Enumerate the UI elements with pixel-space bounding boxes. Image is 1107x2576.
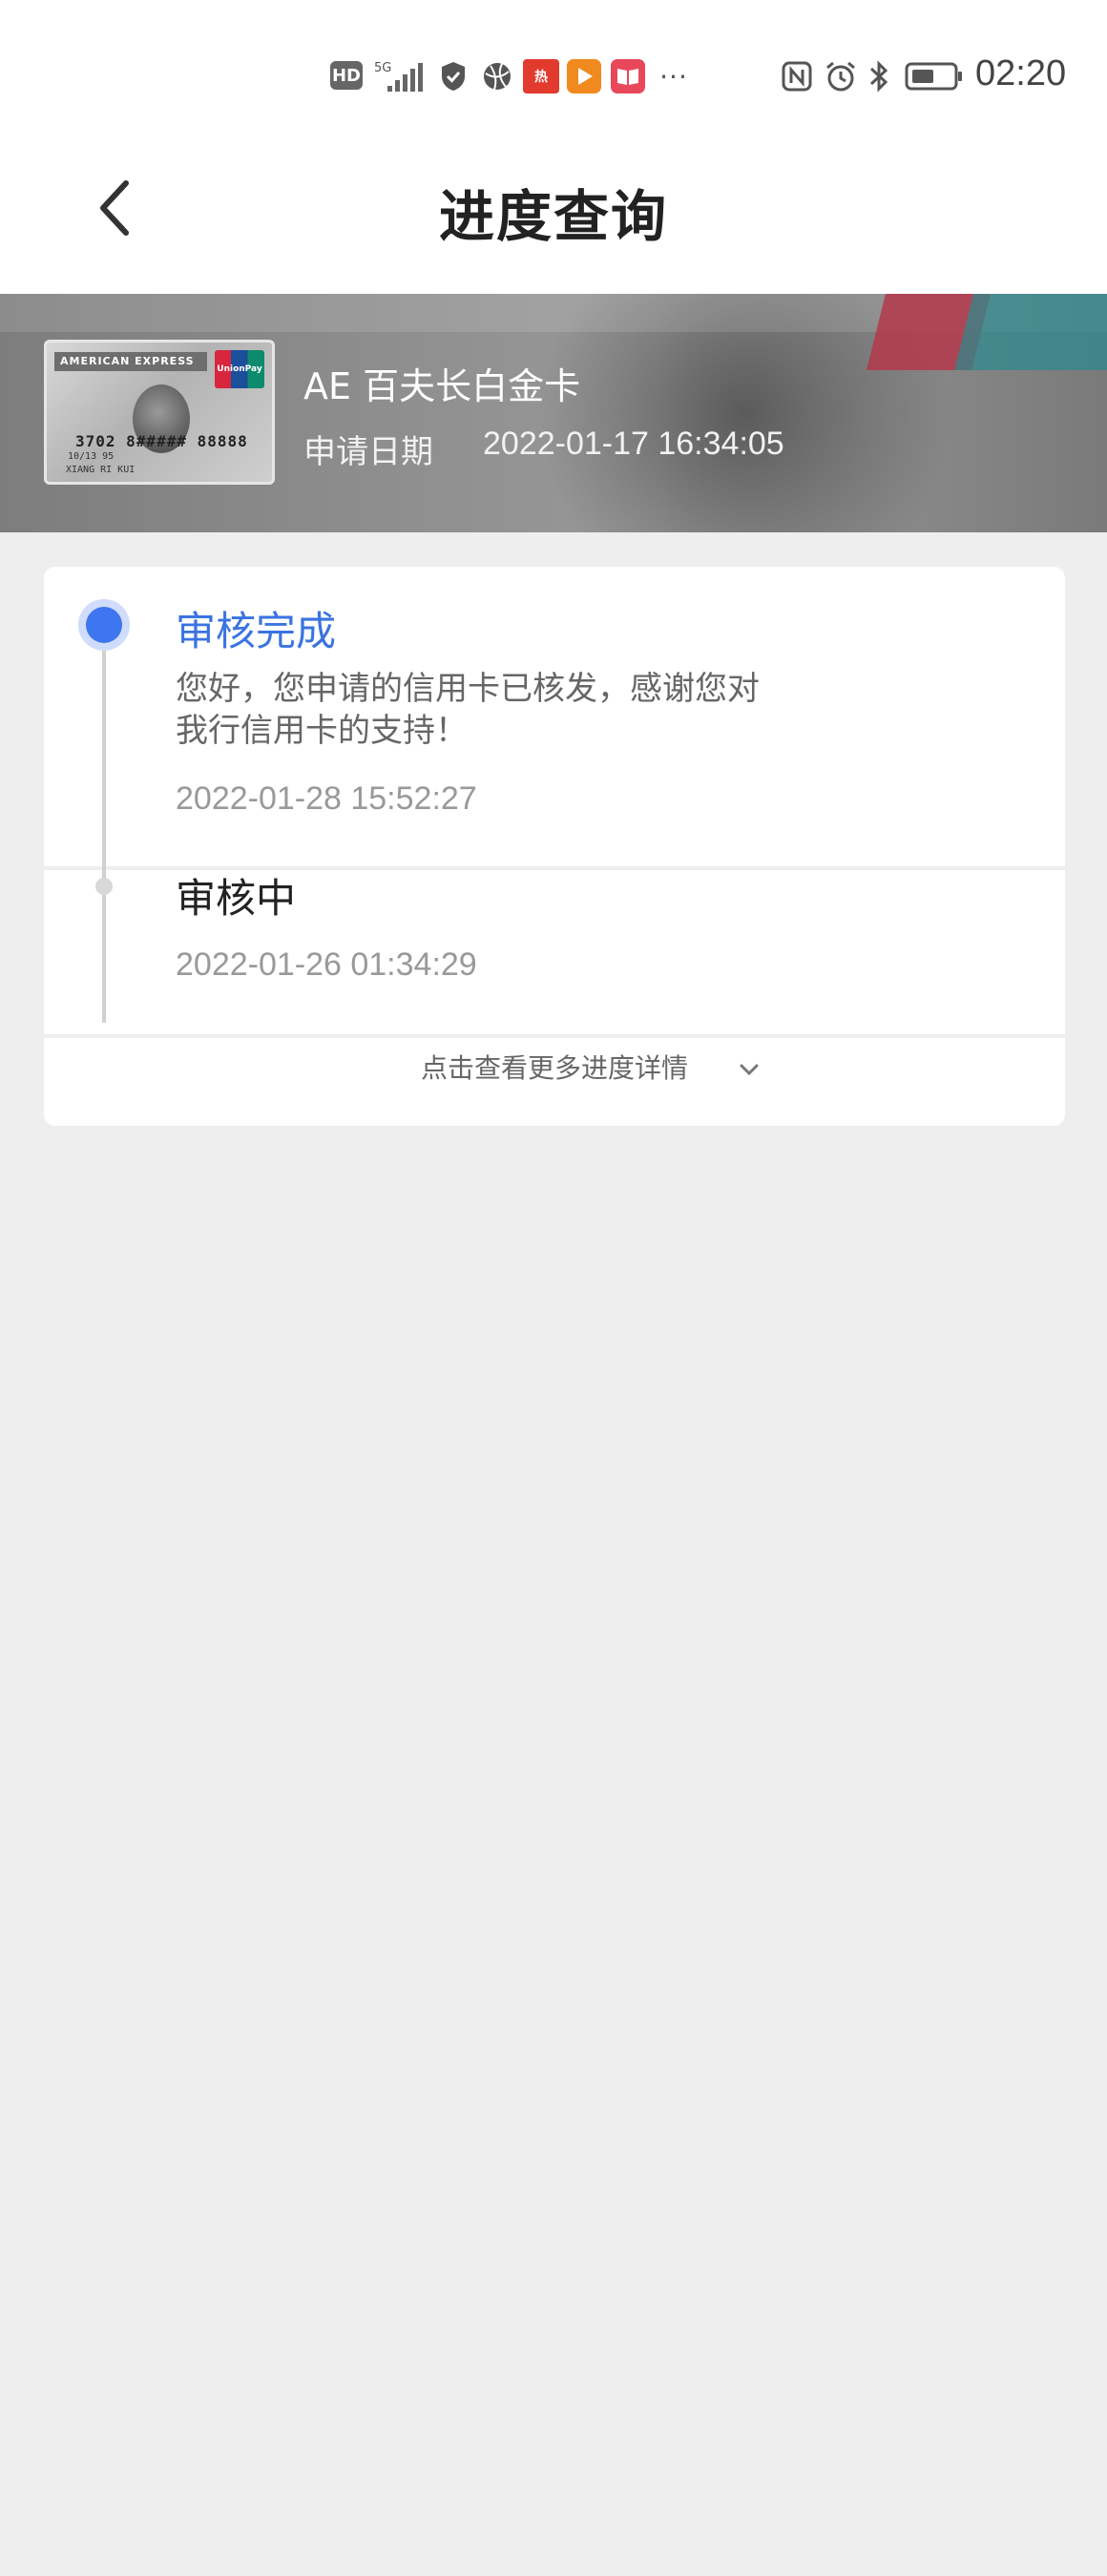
app-icon: 热 — [523, 59, 559, 93]
battery-icon — [905, 59, 964, 93]
unionpay-logo-icon: UnionPay — [215, 350, 264, 388]
chevron-down-icon — [735, 1055, 763, 1084]
timeline-dot-active-icon — [78, 599, 130, 651]
card-valid: 10/13 95 — [68, 451, 115, 462]
card-brand-text: AMERICAN EXPRESS — [54, 352, 207, 371]
card-number: 3702 8##### 88888 — [75, 432, 248, 450]
alarm-icon — [823, 59, 859, 93]
step-description: 您好，您申请的信用卡已核发，感谢您对我行信用卡的支持！ — [176, 670, 760, 750]
step-title: 审核中 — [176, 875, 297, 922]
card-thumbnail: AMERICAN EXPRESS UnionPay 3702 8##### 88… — [44, 340, 275, 485]
network-type-text: 5G — [374, 61, 391, 75]
shield-icon — [437, 59, 470, 93]
signal-5g-icon: 5G — [374, 59, 428, 93]
clock-time: 02:20 — [975, 53, 1067, 93]
bluetooth-icon — [865, 59, 893, 93]
timeline-dot-icon — [95, 878, 113, 895]
apply-date-label: 申请日期 — [303, 433, 433, 471]
timeline-line — [102, 622, 106, 1023]
status-bar: HD 5G 热 ··· 02:20 — [0, 0, 1107, 143]
video-app-icon — [567, 59, 601, 93]
card-banner: AMERICAN EXPRESS UnionPay 3702 8##### 88… — [0, 294, 1107, 532]
more-icon: ··· — [659, 60, 688, 93]
globe-icon — [479, 59, 515, 93]
page-title: 进度查询 — [438, 184, 668, 249]
step-time: 2022-01-28 15:52:27 — [176, 780, 477, 817]
card-name: AE 百夫长白金卡 — [303, 365, 581, 407]
step-time: 2022-01-26 01:34:29 — [176, 946, 477, 983]
apply-date-value: 2022-01-17 16:34:05 — [483, 426, 784, 462]
view-more-label: 点击查看更多进度详情 — [420, 1052, 688, 1084]
nav-header: 进度查询 — [0, 143, 1107, 295]
step-title: 审核完成 — [176, 608, 337, 654]
card-holder: XIANG RI KUI — [66, 465, 136, 475]
hd-icon: HD — [330, 61, 363, 90]
nfc-icon — [779, 59, 815, 93]
book-app-icon — [611, 59, 645, 93]
view-more-progress-button[interactable]: 点击查看更多进度详情 — [44, 1038, 1065, 1095]
